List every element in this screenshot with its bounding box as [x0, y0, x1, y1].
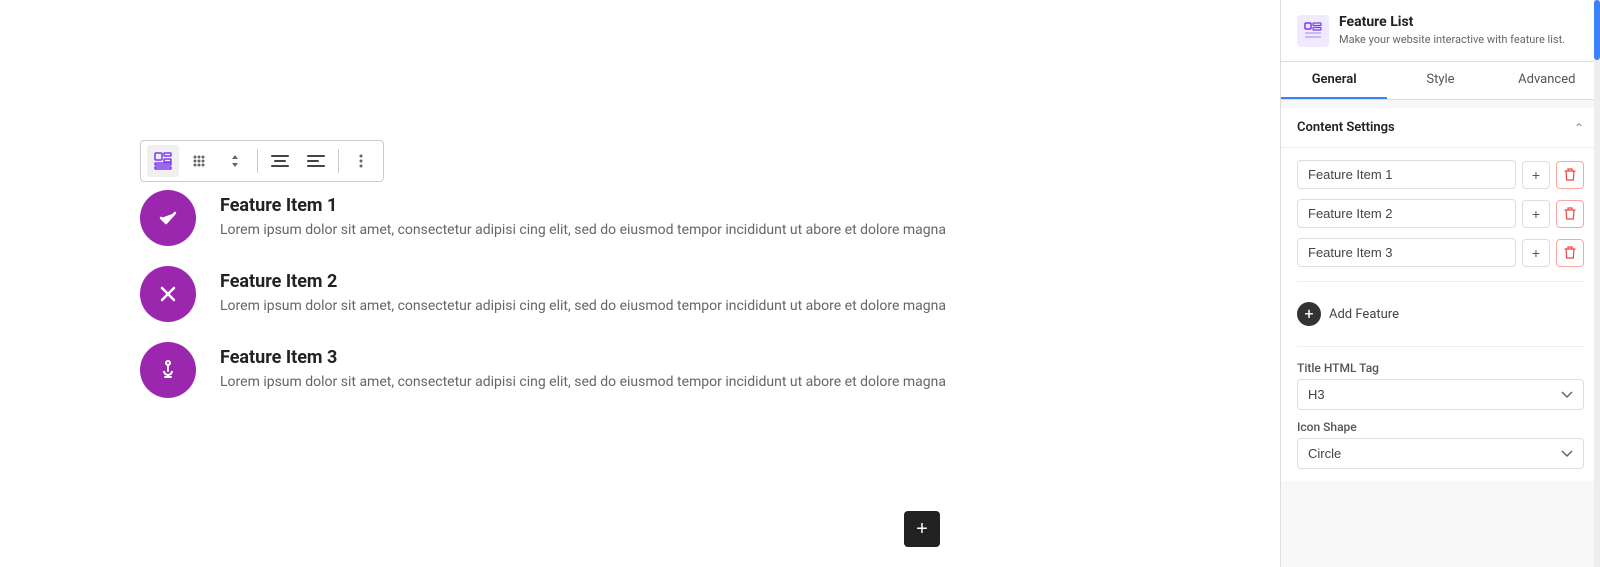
icon-shape-select[interactable]: Circle Square Rounded: [1297, 438, 1584, 469]
add-feature-row[interactable]: + Add Feature: [1297, 296, 1584, 332]
feature-title-1: Feature Item 1: [220, 195, 1040, 216]
updown-btn[interactable]: [219, 145, 251, 177]
feature-row-1: +: [1297, 160, 1584, 189]
feature-item-1: Feature Item 1 Lorem ipsum dolor sit ame…: [140, 190, 1040, 246]
feature-item-2: Feature Item 2 Lorem ipsum dolor sit ame…: [140, 266, 1040, 322]
panel-header: Feature List Make your website interacti…: [1281, 0, 1600, 62]
feature-desc-1: Lorem ipsum dolor sit amet, consectetur …: [220, 220, 1040, 241]
feature-icon-2: [140, 266, 196, 322]
panel-tabs: General Style Advanced: [1281, 62, 1600, 100]
panel-subtitle: Make your website interactive with featu…: [1339, 32, 1584, 47]
feature-add-btn-1[interactable]: +: [1522, 161, 1550, 189]
add-feature-label: Add Feature: [1329, 307, 1399, 322]
panel-widget-icon: [1297, 15, 1329, 47]
toolbar-divider-2: [338, 149, 339, 173]
feature-desc-2: Lorem ipsum dolor sit amet, consectetur …: [220, 296, 1040, 317]
feature-input-1[interactable]: [1297, 160, 1516, 189]
panel-title-block: Feature List Make your website interacti…: [1339, 14, 1584, 47]
divider: [1297, 281, 1584, 282]
align-center-btn[interactable]: [264, 145, 296, 177]
canvas-add-button[interactable]: +: [904, 511, 940, 547]
panel-title: Feature List: [1339, 14, 1584, 30]
canvas-area: Feature Item 1 Lorem ipsum dolor sit ame…: [0, 0, 1280, 567]
feature-input-2[interactable]: [1297, 199, 1516, 228]
icon-shape-label: Icon Shape: [1297, 420, 1584, 434]
widget-icon-btn[interactable]: [147, 145, 179, 177]
content-settings-section: Content Settings ⌃ + +: [1281, 108, 1600, 481]
scrollbar-track[interactable]: [1594, 0, 1600, 567]
scrollbar-thumb[interactable]: [1594, 0, 1600, 60]
align-left-btn[interactable]: [300, 145, 332, 177]
move-btn[interactable]: [183, 145, 215, 177]
feature-icon-3: [140, 342, 196, 398]
feature-add-btn-3[interactable]: +: [1522, 239, 1550, 267]
feature-title-3: Feature Item 3: [220, 347, 1040, 368]
content-settings-title: Content Settings: [1297, 120, 1395, 135]
feature-del-btn-3[interactable]: [1556, 239, 1584, 267]
divider-2: [1297, 346, 1584, 347]
feature-del-btn-2[interactable]: [1556, 200, 1584, 228]
add-feature-circle-icon: +: [1297, 302, 1321, 326]
feature-del-btn-1[interactable]: [1556, 161, 1584, 189]
content-settings-header[interactable]: Content Settings ⌃: [1281, 108, 1600, 148]
feature-text-2: Feature Item 2 Lorem ipsum dolor sit ame…: [220, 271, 1040, 317]
tab-advanced[interactable]: Advanced: [1494, 62, 1600, 99]
toolbar-divider: [257, 149, 258, 173]
more-btn[interactable]: [345, 145, 377, 177]
feature-text-1: Feature Item 1 Lorem ipsum dolor sit ame…: [220, 195, 1040, 241]
tab-general[interactable]: General: [1281, 62, 1387, 99]
widget-toolbar: [140, 140, 384, 182]
title-tag-group: Title HTML Tag H3 H1 H2 H4 H5 H6 div spa…: [1297, 361, 1584, 410]
title-tag-select[interactable]: H3 H1 H2 H4 H5 H6 div span p: [1297, 379, 1584, 410]
feature-row-3: +: [1297, 238, 1584, 267]
tab-style[interactable]: Style: [1387, 62, 1493, 99]
feature-icon-1: [140, 190, 196, 246]
content-settings-body: + + +: [1281, 148, 1600, 481]
feature-add-btn-2[interactable]: +: [1522, 200, 1550, 228]
feature-text-3: Feature Item 3 Lorem ipsum dolor sit ame…: [220, 347, 1040, 393]
right-panel: Feature List Make your website interacti…: [1280, 0, 1600, 567]
feature-title-2: Feature Item 2: [220, 271, 1040, 292]
title-tag-label: Title HTML Tag: [1297, 361, 1584, 375]
icon-shape-group: Icon Shape Circle Square Rounded: [1297, 420, 1584, 469]
feature-input-3[interactable]: [1297, 238, 1516, 267]
feature-item-3: Feature Item 3 Lorem ipsum dolor sit ame…: [140, 342, 1040, 398]
chevron-up-icon: ⌃: [1574, 121, 1584, 135]
feature-desc-3: Lorem ipsum dolor sit amet, consectetur …: [220, 372, 1040, 393]
feature-list: Feature Item 1 Lorem ipsum dolor sit ame…: [140, 190, 1040, 398]
feature-row-2: +: [1297, 199, 1584, 228]
